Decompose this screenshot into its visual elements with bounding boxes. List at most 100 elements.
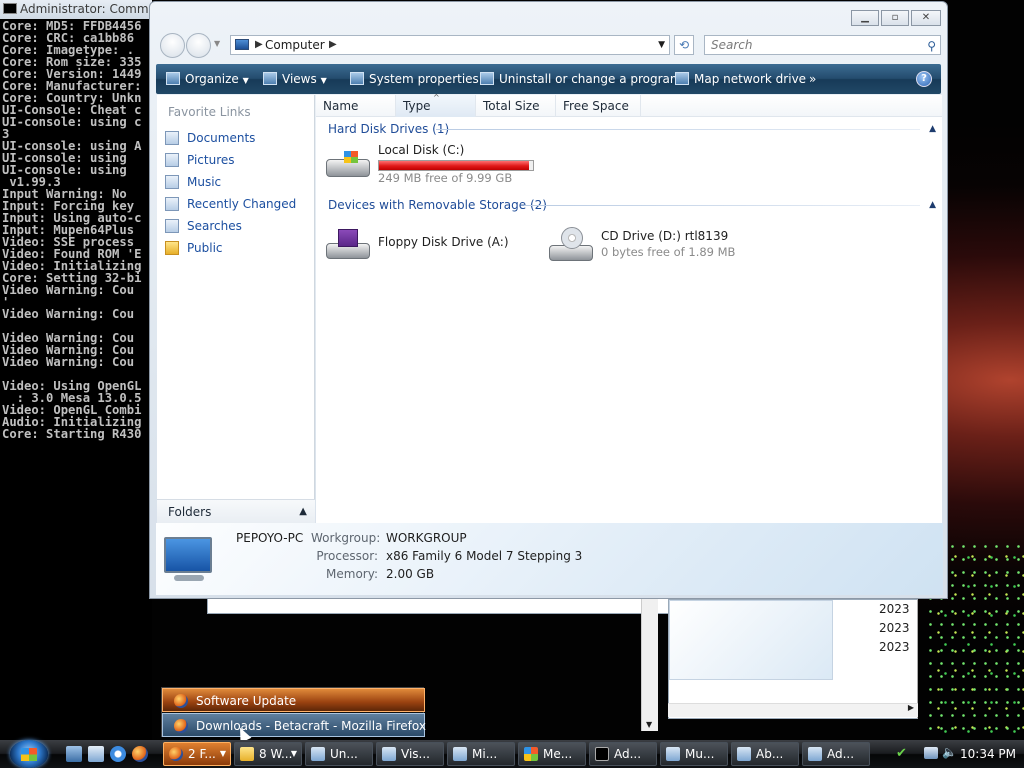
workgroup-value: WORKGROUP — [386, 531, 467, 545]
group-header-removable-storage[interactable]: Devices with Removable Storage (2) ▲ — [328, 197, 936, 213]
uninstall-program-button[interactable]: Uninstall or change a program — [480, 64, 682, 94]
system-properties-button[interactable]: System properties — [350, 64, 479, 94]
forward-button[interactable] — [186, 33, 211, 58]
window-item-downloads-firefox[interactable]: Downloads - Betacraft - Mozilla Firefox — [162, 713, 426, 737]
scroll-down-arrow-icon[interactable]: ▼ — [646, 720, 652, 729]
favorite-link-pictures[interactable]: Pictures — [165, 150, 235, 170]
window-icon — [453, 747, 467, 761]
chevron-up-icon[interactable]: ▲ — [299, 500, 307, 524]
folders-toggle[interactable]: Folders ▲ — [157, 499, 315, 523]
window-icon — [311, 747, 325, 761]
taskbar-group-firefox[interactable]: 2 F... ▼ — [163, 742, 231, 766]
breadcrumb-chevron-icon[interactable]: ▶ — [329, 36, 337, 54]
drive-floppy-a[interactable]: Floppy Disk Drive (A:) — [324, 223, 524, 267]
volume-muted-icon[interactable]: 🔈 — [942, 745, 957, 759]
group-header-hard-disk-drives[interactable]: Hard Disk Drives (1) ▲ — [328, 121, 936, 137]
command-bar: Organize ▼ Views ▼ System properties Uni… — [156, 64, 941, 94]
memory-value: 2.00 GB — [386, 567, 435, 581]
internet-explorer-icon[interactable] — [110, 746, 126, 762]
column-total-size[interactable]: Total Size — [476, 95, 556, 117]
refresh-button[interactable]: ⟲ — [674, 35, 694, 55]
column-header: Name Type ^ Total Size Free Space — [316, 93, 942, 117]
network-drive-icon — [675, 72, 689, 85]
background-window-list[interactable]: 2023 2023 2023 — [668, 599, 918, 719]
recent-pages-chevron-icon[interactable]: ▼ — [214, 39, 220, 48]
taskbar-task[interactable]: Ad... — [802, 742, 870, 766]
favorite-link-searches[interactable]: Searches — [165, 216, 242, 236]
organize-button[interactable]: Organize ▼ — [166, 64, 249, 94]
column-free-space[interactable]: Free Space — [556, 95, 641, 117]
uninstall-icon — [480, 72, 494, 85]
address-bar[interactable]: ▶ Computer ▶ ▼ — [230, 35, 670, 55]
favorite-link-recently-changed[interactable]: Recently Changed — [165, 194, 296, 214]
drive-cd-d[interactable]: CD Drive (D:) rtl8139 0 bytes free of 1.… — [547, 223, 787, 267]
close-button[interactable]: ✕ — [911, 10, 941, 26]
favorite-link-documents[interactable]: Documents — [165, 128, 255, 148]
taskbar-task[interactable]: Me... — [518, 742, 586, 766]
windows-logo-icon — [21, 748, 37, 761]
taskbar-task[interactable]: Mi... — [447, 742, 515, 766]
taskbar-group-explorer[interactable]: 8 W... ▼ — [234, 742, 302, 766]
maximize-button[interactable]: ▫ — [881, 10, 909, 26]
drive-local-disk-c[interactable]: Local Disk (C:) 249 MB free of 9.99 GB — [324, 143, 554, 187]
searches-icon — [165, 219, 179, 233]
firefox-icon — [174, 694, 188, 708]
computer-monitor-icon — [164, 537, 212, 573]
console-line: Video Warning: Cou — [2, 283, 135, 297]
organize-icon — [166, 72, 180, 85]
breadcrumb-chevron-icon[interactable]: ▶ — [255, 36, 263, 54]
taskbar-task[interactable]: Mu... — [660, 742, 728, 766]
date-cell: 2023 — [879, 640, 910, 654]
music-icon — [165, 175, 179, 189]
command-prompt-window[interactable]: Administrator: Comman Core: MD5: FFDB445… — [0, 0, 152, 740]
views-icon — [263, 72, 277, 85]
processor-value: x86 Family 6 Model 7 Stepping 3 — [386, 549, 583, 563]
favorite-link-music[interactable]: Music — [165, 172, 221, 192]
search-input[interactable]: Search ⚲ — [704, 35, 941, 55]
show-desktop-icon[interactable] — [66, 746, 82, 762]
scroll-right-arrow-icon[interactable]: ▶ — [908, 703, 914, 712]
computer-explorer-window[interactable]: ▁ ▫ ✕ ▼ ▶ Computer ▶ ▼ ⟲ Search ⚲ Organiz… — [149, 1, 948, 599]
disk-usage-bar — [378, 160, 534, 171]
command-prompt-title: Administrator: Comman — [20, 2, 152, 16]
views-button[interactable]: Views ▼ — [263, 64, 327, 94]
command-prompt-titlebar[interactable]: Administrator: Comman — [0, 0, 152, 19]
console-line: Video Warning: Cou — [2, 355, 135, 369]
taskbar-task[interactable]: Un... — [305, 742, 373, 766]
system-properties-icon — [350, 72, 364, 85]
disk-usage-fill — [379, 161, 530, 170]
window-icon — [808, 747, 822, 761]
switch-windows-icon[interactable] — [88, 746, 104, 762]
column-type[interactable]: Type ^ — [396, 93, 476, 117]
window-icon — [382, 747, 396, 761]
back-button[interactable] — [160, 33, 185, 58]
favorite-link-public[interactable]: Public — [165, 238, 223, 258]
floppy-drive-icon — [324, 229, 370, 259]
horizontal-scrollbar[interactable]: ▶ — [668, 703, 918, 717]
console-line: UI-console: using c — [2, 115, 142, 129]
clock[interactable]: 10:34 PM — [960, 740, 1016, 768]
search-icon[interactable]: ⚲ — [927, 37, 936, 55]
security-check-icon[interactable]: ✔ — [896, 746, 907, 761]
collapse-group-icon[interactable]: ▲ — [929, 121, 936, 137]
start-button[interactable] — [10, 740, 48, 768]
group-divider — [436, 129, 920, 130]
public-folder-icon — [165, 241, 179, 255]
more-commands-button[interactable]: » — [809, 64, 816, 94]
monitor-stand — [174, 575, 204, 581]
breadcrumb-computer[interactable]: Computer — [265, 38, 325, 52]
address-dropdown-icon[interactable]: ▼ — [658, 36, 665, 54]
minimize-button[interactable]: ▁ — [851, 10, 879, 26]
vertical-scrollbar[interactable]: ▼ — [641, 599, 658, 731]
column-name[interactable]: Name — [316, 95, 396, 117]
window-item-software-update[interactable]: Software Update — [162, 688, 425, 712]
taskbar-task[interactable]: Ad... — [589, 742, 657, 766]
collapse-group-icon[interactable]: ▲ — [929, 197, 936, 213]
network-icon[interactable] — [924, 747, 938, 759]
firefox-quicklaunch-icon[interactable] — [132, 746, 148, 762]
taskbar-task[interactable]: Vis... — [376, 742, 444, 766]
map-network-drive-button[interactable]: Map network drive — [675, 64, 806, 94]
taskbar-task[interactable]: Ab... — [731, 742, 799, 766]
file-list: Name Type ^ Total Size Free Space Hard Di… — [316, 93, 942, 523]
help-icon[interactable]: ? — [916, 71, 932, 87]
